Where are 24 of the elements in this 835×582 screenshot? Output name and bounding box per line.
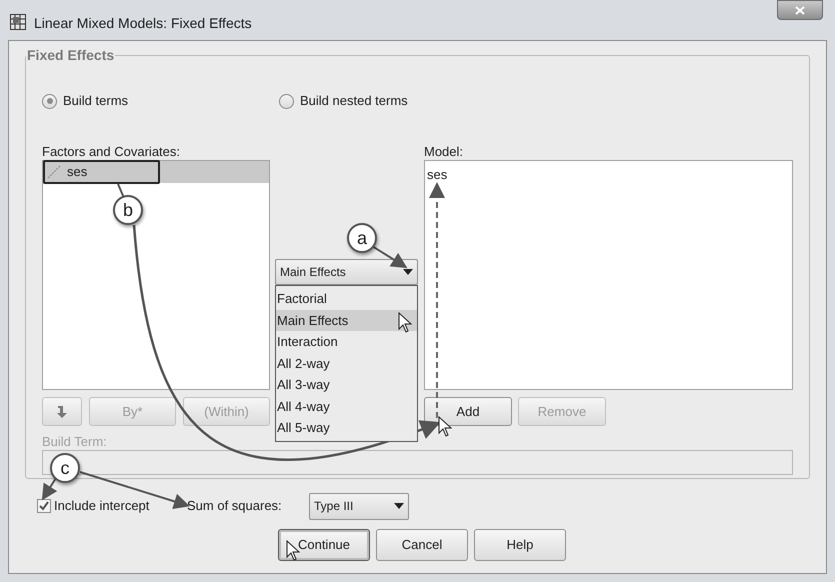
sum-of-squares-dropdown[interactable]: Type III [309,492,409,520]
menu-item[interactable]: All 5-way [276,417,417,438]
menu-item[interactable]: Interaction [276,331,417,352]
menu-item[interactable]: Main Effects [276,310,417,331]
list-label: Factors and Covariates: [42,143,182,160]
menu-item[interactable]: Factorial [276,288,417,310]
model-button[interactable]: Add [424,397,512,426]
radio-option[interactable]: Build nested terms [279,91,408,111]
list-label: Model: [424,143,464,160]
term-type-dropdown[interactable]: Main Effects [275,259,418,285]
menu-item[interactable]: All 2-way [276,352,417,374]
dialog-button[interactable]: Help [474,529,566,561]
window-title: Linear Mixed Models: Fixed Effects [34,14,252,33]
dialog-button[interactable]: Cancel [376,529,468,561]
list-item[interactable]: ses [427,165,790,183]
menu-item[interactable]: All 3-way [276,374,417,396]
field-label: Build Term: [42,433,108,450]
menu-item[interactable]: All 4-way [276,396,417,417]
list-item[interactable]: ses [43,161,269,183]
group-title: Fixed Effects [26,46,116,65]
field-label: Sum of squares: [187,497,283,516]
dialog-button[interactable]: Continue [278,529,370,561]
checkbox-option[interactable]: Include intercept [37,496,187,516]
radio-option[interactable]: Build terms [42,91,279,111]
